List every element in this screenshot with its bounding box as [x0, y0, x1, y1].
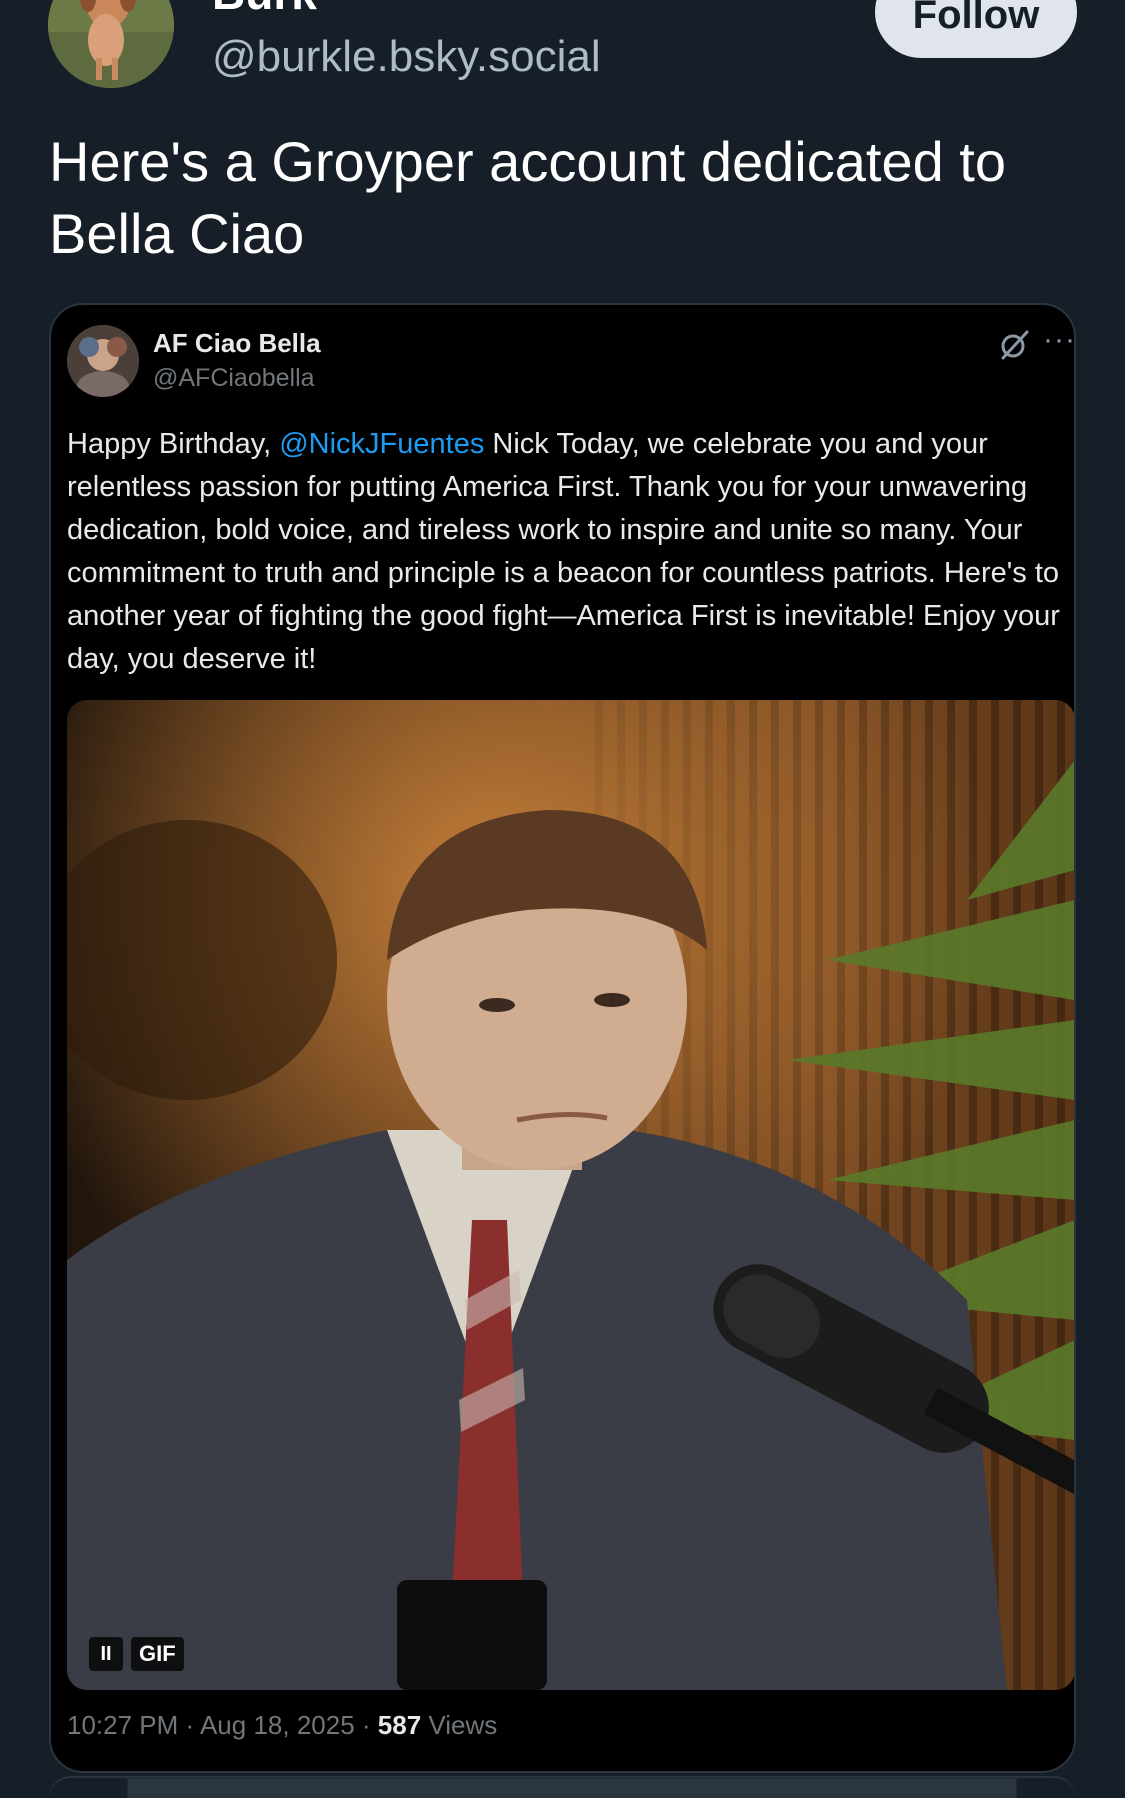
quoted-gif: II GIF: [67, 700, 1074, 1690]
follow-button-label: Follow: [912, 0, 1040, 37]
pause-icon[interactable]: II: [89, 1637, 123, 1671]
quoted-date: Aug 18, 2025: [199, 1710, 355, 1740]
quoted-body-rest: Nick Today, we celebrate you and your re…: [67, 428, 1060, 675]
quoted-meta: 10:27 PM · Aug 18, 2025 · 587 Views: [67, 1710, 497, 1741]
quoted-body: Happy Birthday, @NickJFuentes Nick Today…: [67, 423, 1067, 681]
quoted-avatar: [67, 325, 139, 397]
views-count: 587: [377, 1710, 422, 1740]
follow-button[interactable]: Follow: [875, 0, 1077, 58]
quoted-mention: @NickJFuentes: [279, 428, 485, 460]
gif-badge: GIF: [131, 1637, 184, 1671]
quoted-handle: @AFCiaobella: [153, 364, 315, 392]
grok-icon: [1001, 330, 1029, 360]
next-post-edge: [49, 1776, 1076, 1798]
meta-separator: ·: [178, 1710, 200, 1740]
views-label: Views: [428, 1710, 498, 1740]
dog-avatar-icon: [48, 0, 174, 88]
quoted-display-name: AF Ciao Bella: [153, 328, 321, 358]
gif-controls: II GIF: [89, 1635, 184, 1673]
author-handle[interactable]: @burkle.bsky.social: [212, 32, 601, 82]
author-avatar[interactable]: [48, 0, 174, 88]
post-text: Here's a Groyper account dedicated to Be…: [49, 130, 1007, 265]
more-options-icon: ···: [1043, 323, 1076, 356]
quoted-time: 10:27 PM: [67, 1710, 179, 1740]
author-display-name[interactable]: Burk: [212, 0, 317, 20]
meta-separator: ·: [354, 1710, 378, 1740]
quoted-body-prefix: Happy Birthday,: [67, 428, 280, 460]
embedded-screenshot[interactable]: AF Ciao Bella @AFCiaobella ··· Happy Bir…: [49, 303, 1076, 1773]
